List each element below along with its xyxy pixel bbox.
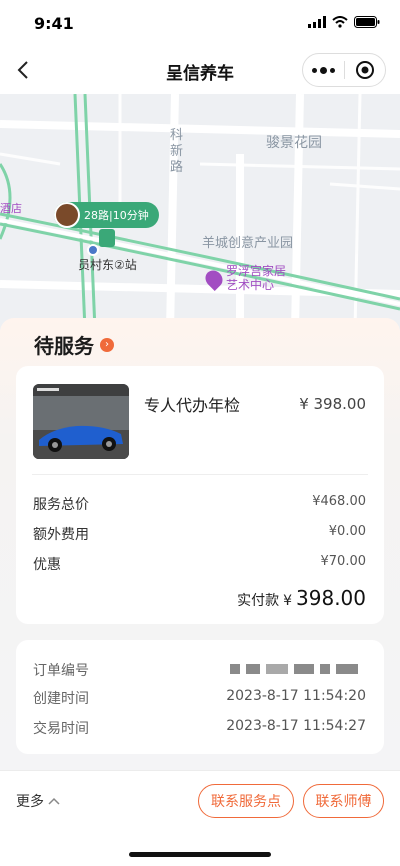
wifi-icon [332, 16, 348, 28]
home-indicator [129, 852, 271, 857]
mini-program-capsule [302, 53, 386, 87]
price-row-value: ¥0.00 [328, 524, 366, 539]
map-label-garden: 骏景花园 [266, 135, 322, 151]
price-row: 额外费用 ¥0.00 [33, 524, 366, 544]
more-label: 更多 [16, 794, 44, 810]
created-time-label: 创建时间 [33, 691, 89, 707]
order-number-row: 订单编号 [33, 660, 366, 680]
signal-icon [308, 16, 326, 28]
paid-label: 实付款 [237, 593, 280, 609]
order-status-header[interactable]: 待服务 › [34, 330, 114, 359]
more-dots-icon[interactable] [303, 54, 344, 86]
contact-master-button[interactable]: 联系师傅 [303, 784, 384, 818]
order-card: 专人代办年检 ¥ 398.00 服务总价 ¥468.00 额外费用 ¥0.00 … [16, 366, 384, 624]
map-view[interactable]: 科新路 骏景花园 羊城创意产业园 酒店 员村东②站 罗浮宫家居 艺术中心 28路… [0, 94, 400, 330]
created-time-row: 创建时间 2023-8-17 11:54:20 [33, 688, 366, 708]
map-label-hotel: 酒店 [0, 202, 22, 215]
price-row: 优惠 ¥70.00 [33, 554, 366, 574]
map-road-char: 科 [170, 128, 184, 143]
divider [32, 474, 368, 475]
map-label-road: 科新路 [170, 128, 184, 176]
chevron-up-icon [48, 797, 60, 805]
map-label-station: 员村东②站 [78, 258, 137, 272]
bus-eta-text: 28路|10分钟 [84, 209, 149, 222]
price-row: 服务总价 ¥468.00 [33, 494, 366, 514]
service-image [33, 384, 129, 459]
close-target-icon[interactable] [345, 60, 385, 80]
bus-stop-icon [87, 244, 99, 256]
chevron-right-icon: › [100, 337, 114, 352]
contact-service-point-button[interactable]: 联系服务点 [198, 784, 294, 818]
order-info-card: 订单编号 创建时间 2023-8-17 11:54:20 交易时间 2023-8… [16, 640, 384, 754]
price-row-label: 优惠 [33, 557, 61, 573]
map-label-park: 羊城创意产业园 [202, 236, 294, 251]
status-time: 9:41 [34, 14, 74, 33]
order-status-label: 待服务 [34, 334, 94, 358]
paid-amount: 398.00 [296, 586, 366, 610]
trade-time-row: 交易时间 2023-8-17 11:54:27 [33, 718, 366, 738]
status-icons [308, 16, 380, 28]
order-number-label: 订单编号 [33, 663, 89, 679]
map-road-char: 新 [170, 144, 184, 159]
service-name: 专人代办年检 [144, 396, 241, 415]
redacted-order-number [230, 664, 358, 674]
bus-thumbnail [54, 202, 80, 228]
nav-bar: 呈信养车 [0, 46, 400, 94]
subway-icon [99, 229, 115, 247]
map-road-char: 路 [170, 160, 184, 175]
more-button[interactable]: 更多 [16, 791, 60, 811]
service-price: ¥ 398.00 [299, 395, 366, 413]
trade-time-value: 2023-8-17 11:54:27 [226, 718, 366, 734]
status-bar: 9:41 [0, 0, 400, 46]
paid-total: 实付款 ¥ 398.00 [237, 586, 366, 610]
paid-currency: ¥ [283, 593, 293, 609]
battery-icon [354, 16, 380, 28]
price-row-value: ¥70.00 [320, 554, 367, 569]
map-label-poi: 罗浮宫家居 艺术中心 [226, 264, 287, 292]
price-row-label: 服务总价 [33, 497, 89, 513]
trade-time-label: 交易时间 [33, 721, 89, 737]
price-row-value: ¥468.00 [312, 494, 366, 509]
bus-eta-chip[interactable]: 28路|10分钟 [54, 202, 159, 228]
created-time-value: 2023-8-17 11:54:20 [226, 688, 366, 704]
price-row-label: 额外费用 [33, 527, 89, 543]
